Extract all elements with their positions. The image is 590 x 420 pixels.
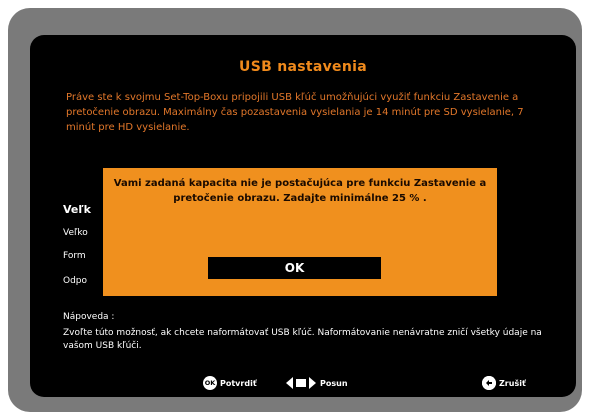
setting-row-label[interactable]: Form (63, 251, 86, 261)
left-right-arrows-icon (286, 376, 316, 390)
ok-button[interactable]: OK (208, 257, 381, 279)
help-title: Nápoveda : (63, 312, 115, 322)
setting-row-label[interactable]: Odpo (63, 276, 87, 286)
tv-frame: USB nastavenia Práve ste k svojmu Set-To… (8, 8, 582, 412)
page-title: USB nastavenia (239, 59, 367, 75)
setting-row-label[interactable]: Veľk (63, 203, 91, 216)
back-key-icon (482, 376, 496, 390)
help-text: Zvoľte túto možnosť, ak chcete naformáto… (63, 328, 542, 351)
dialog-message: Vami zadaná kapacita nie je postačujúca … (113, 178, 487, 204)
footer-bar: OK Potvrdiť Posun Zrušiť (30, 375, 576, 395)
tv-screen: USB nastavenia Práve ste k svojmu Set-To… (30, 35, 576, 397)
move-button[interactable]: Posun (286, 375, 348, 391)
ok-key-icon: OK (203, 376, 217, 390)
setting-row-label[interactable]: Veľko (63, 228, 88, 238)
intro-text: Práve ste k svojmu Set-Top-Boxu pripojil… (66, 92, 524, 133)
confirm-label: Potvrdiť (220, 378, 257, 388)
cancel-button[interactable]: Zrušiť (482, 375, 526, 391)
move-label: Posun (320, 378, 348, 388)
confirm-button[interactable]: OK Potvrdiť (203, 375, 257, 391)
warning-dialog: Vami zadaná kapacita nie je postačujúca … (103, 168, 497, 296)
cancel-label: Zrušiť (499, 378, 526, 388)
